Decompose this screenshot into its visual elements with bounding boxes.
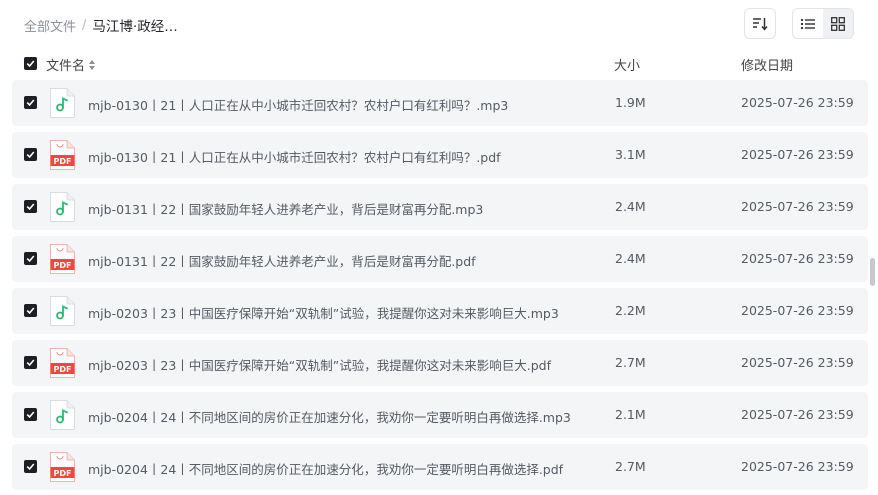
check-icon bbox=[26, 307, 35, 315]
table-header: 文件名 大小 修改日期 bbox=[0, 50, 878, 78]
file-list: mjb-0130丨21丨人口正在从中小城市迁回农村？农村户口有红利吗？.mp3 … bbox=[12, 80, 868, 495]
file-name[interactable]: mjb-0203丨23丨中国医疗保障开始“双轨制”试验，我提醒你这对未来影响巨大… bbox=[88, 303, 559, 322]
file-size: 2.2M bbox=[615, 303, 646, 318]
grid-view-button[interactable] bbox=[823, 9, 853, 38]
file-row[interactable]: mjb-0131丨22丨国家鼓励年轻人进养老产业，背后是财富再分配.mp3 2.… bbox=[12, 184, 868, 230]
file-modified-date: 2025-07-26 23:59 bbox=[741, 355, 854, 370]
check-icon bbox=[26, 359, 35, 367]
file-name[interactable]: mjb-0131丨22丨国家鼓励年轻人进养老产业，背后是财富再分配.mp3 bbox=[88, 199, 483, 218]
file-modified-date: 2025-07-26 23:59 bbox=[741, 95, 854, 110]
check-icon bbox=[26, 411, 35, 419]
breadcrumb-current-folder: 马江博·政经… bbox=[92, 19, 178, 35]
file-modified-date: 2025-07-26 23:59 bbox=[741, 147, 854, 162]
file-name[interactable]: mjb-0204丨24丨不同地区间的房价正在加速分化，我劝你一定要听明白再做选择… bbox=[88, 459, 563, 478]
file-modified-date: 2025-07-26 23:59 bbox=[741, 459, 854, 474]
audio-file-icon bbox=[49, 192, 75, 222]
row-checkbox[interactable] bbox=[24, 356, 37, 369]
file-size: 2.1M bbox=[615, 407, 646, 422]
pdf-badge-text: PDF bbox=[54, 157, 72, 166]
grid-view-icon bbox=[831, 16, 845, 31]
file-size: 2.4M bbox=[615, 199, 646, 214]
file-row[interactable]: PDF mjb-0203丨23丨中国医疗保障开始“双轨制”试验，我提醒你这对未来… bbox=[12, 340, 868, 386]
sort-toggle-icon bbox=[89, 59, 96, 70]
pdf-badge-text: PDF bbox=[54, 469, 72, 478]
file-modified-date: 2025-07-26 23:59 bbox=[741, 407, 854, 422]
file-size: 2.7M bbox=[615, 459, 646, 474]
list-view-icon bbox=[801, 18, 815, 29]
file-name[interactable]: mjb-0131丨22丨国家鼓励年轻人进养老产业，背后是财富再分配.pdf bbox=[88, 251, 476, 270]
check-icon bbox=[26, 463, 35, 471]
select-all-checkbox[interactable] bbox=[24, 57, 37, 70]
column-header-size[interactable]: 大小 bbox=[614, 55, 640, 74]
view-toggle bbox=[792, 8, 854, 39]
file-name[interactable]: mjb-0204丨24丨不同地区间的房价正在加速分化，我劝你一定要听明白再做选择… bbox=[88, 407, 571, 426]
file-row[interactable]: mjb-0203丨23丨中国医疗保障开始“双轨制”试验，我提醒你这对未来影响巨大… bbox=[12, 288, 868, 334]
sort-desc-icon bbox=[753, 17, 768, 31]
file-row[interactable]: mjb-0204丨24丨不同地区间的房价正在加速分化，我劝你一定要听明白再做选择… bbox=[12, 392, 868, 438]
file-modified-date: 2025-07-26 23:59 bbox=[741, 303, 854, 318]
check-icon bbox=[26, 255, 35, 263]
column-header-modified[interactable]: 修改日期 bbox=[741, 55, 793, 74]
pdf-badge-text: PDF bbox=[54, 261, 72, 270]
row-checkbox[interactable] bbox=[24, 304, 37, 317]
audio-file-icon bbox=[49, 400, 75, 430]
file-row[interactable]: mjb-0130丨21丨人口正在从中小城市迁回农村？农村户口有红利吗？.mp3 … bbox=[12, 80, 868, 126]
scrollbar-thumb[interactable] bbox=[870, 258, 875, 286]
breadcrumb-separator: / bbox=[82, 17, 87, 33]
pdf-file-icon: PDF bbox=[49, 348, 75, 378]
list-view-button[interactable] bbox=[793, 9, 823, 38]
row-checkbox[interactable] bbox=[24, 408, 37, 421]
file-size: 2.4M bbox=[615, 251, 646, 266]
row-checkbox[interactable] bbox=[24, 200, 37, 213]
audio-file-icon bbox=[49, 296, 75, 326]
file-size: 2.7M bbox=[615, 355, 646, 370]
pdf-badge-text: PDF bbox=[54, 365, 72, 374]
file-row[interactable]: PDF mjb-0131丨22丨国家鼓励年轻人进养老产业，背后是财富再分配.pd… bbox=[12, 236, 868, 282]
row-checkbox[interactable] bbox=[24, 148, 37, 161]
row-checkbox[interactable] bbox=[24, 460, 37, 473]
file-name[interactable]: mjb-0130丨21丨人口正在从中小城市迁回农村？农村户口有红利吗？.pdf bbox=[88, 147, 501, 166]
row-checkbox[interactable] bbox=[24, 96, 37, 109]
file-modified-date: 2025-07-26 23:59 bbox=[741, 199, 854, 214]
audio-file-icon bbox=[49, 88, 75, 118]
check-icon bbox=[26, 60, 35, 68]
check-icon bbox=[26, 203, 35, 211]
check-icon bbox=[26, 151, 35, 159]
pdf-file-icon: PDF bbox=[49, 452, 75, 482]
file-modified-date: 2025-07-26 23:59 bbox=[741, 251, 854, 266]
breadcrumb: 全部文件 / 马江博·政经… bbox=[24, 15, 178, 36]
sort-button[interactable] bbox=[744, 8, 776, 39]
check-icon bbox=[26, 99, 35, 107]
file-size: 3.1M bbox=[615, 147, 646, 162]
file-name[interactable]: mjb-0130丨21丨人口正在从中小城市迁回农村？农村户口有红利吗？.mp3 bbox=[88, 95, 508, 114]
file-size: 1.9M bbox=[615, 95, 646, 110]
breadcrumb-root-link[interactable]: 全部文件 bbox=[24, 16, 76, 35]
pdf-file-icon: PDF bbox=[49, 140, 75, 170]
top-bar: 全部文件 / 马江博·政经… bbox=[0, 0, 878, 48]
column-header-name[interactable]: 文件名 bbox=[46, 55, 96, 74]
pdf-file-icon: PDF bbox=[49, 244, 75, 274]
file-row[interactable]: PDF mjb-0130丨21丨人口正在从中小城市迁回农村？农村户口有红利吗？.… bbox=[12, 132, 868, 178]
file-name[interactable]: mjb-0203丨23丨中国医疗保障开始“双轨制”试验，我提醒你这对未来影响巨大… bbox=[88, 355, 551, 374]
file-row[interactable]: PDF mjb-0204丨24丨不同地区间的房价正在加速分化，我劝你一定要听明白… bbox=[12, 444, 868, 490]
row-checkbox[interactable] bbox=[24, 252, 37, 265]
column-header-name-label: 文件名 bbox=[46, 59, 86, 74]
